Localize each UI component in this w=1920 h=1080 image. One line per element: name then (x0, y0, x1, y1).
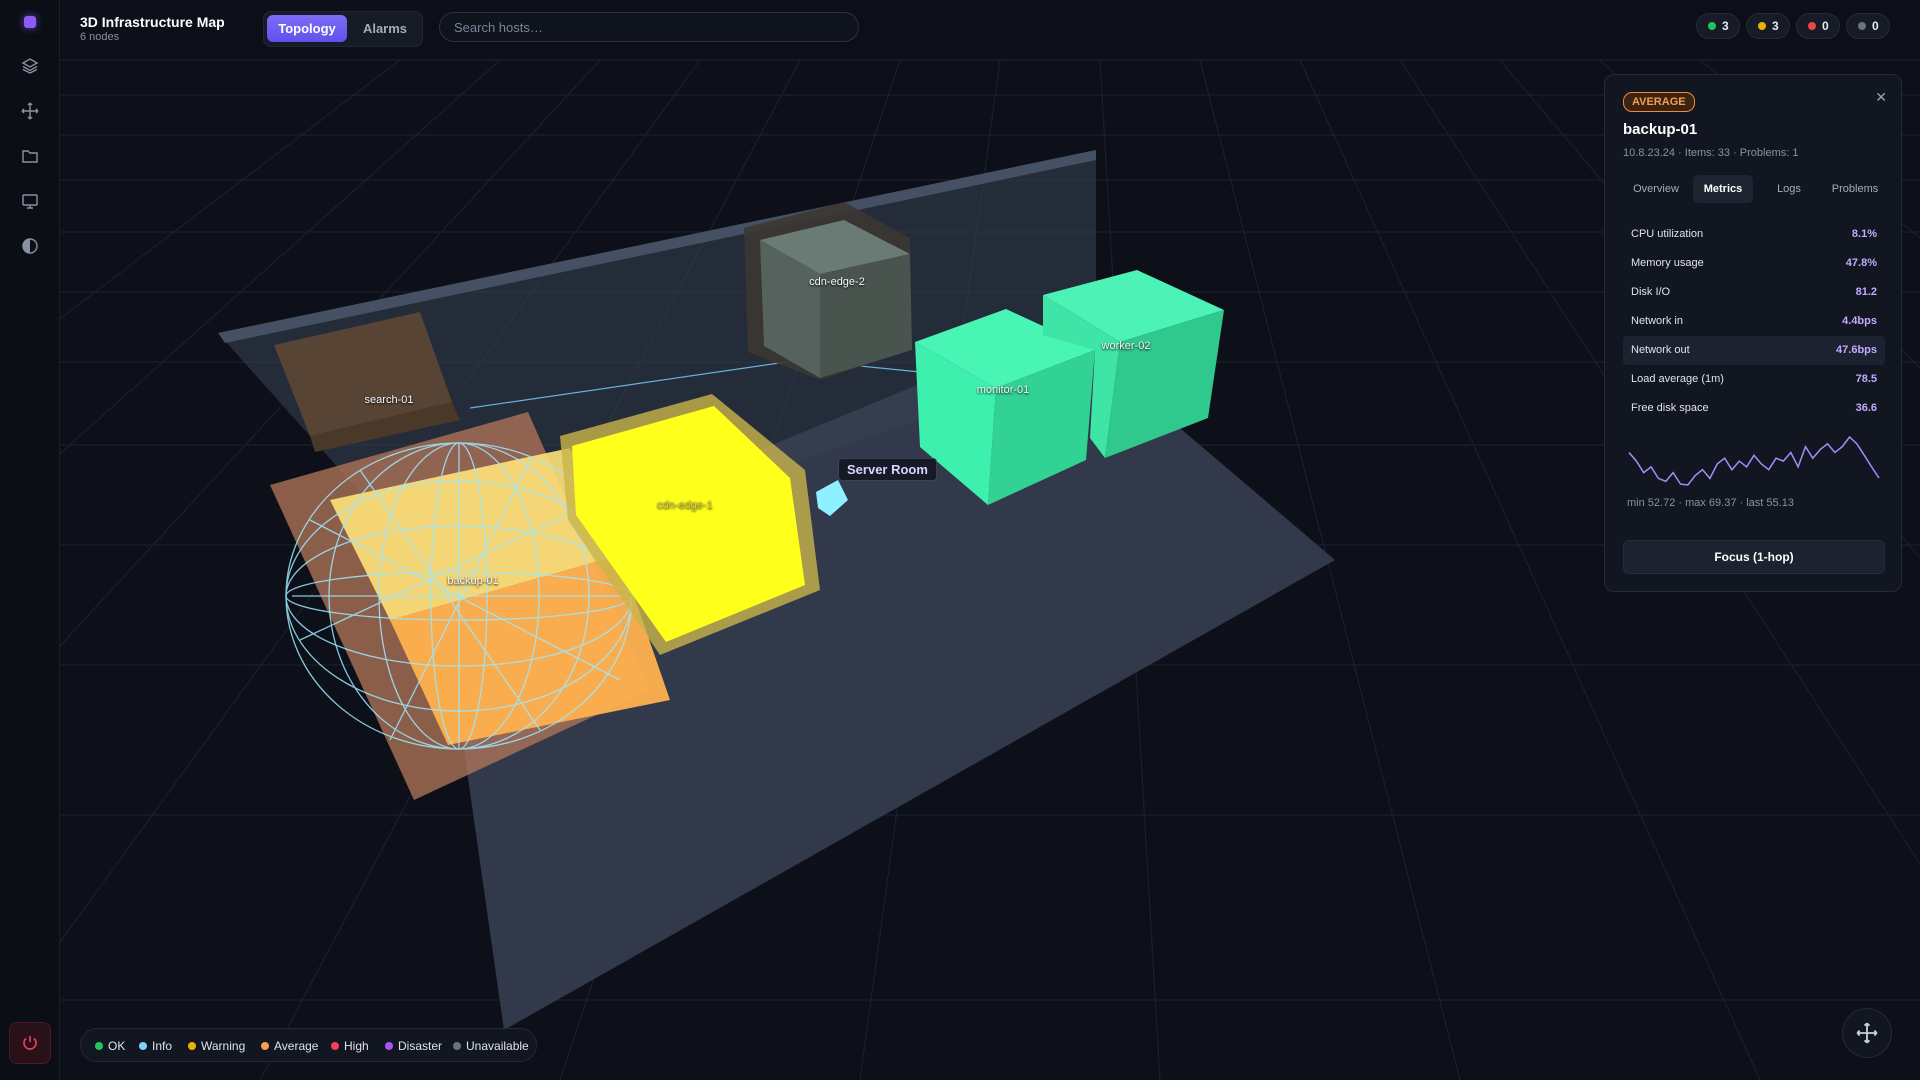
node-label: cdn-edge-2 (809, 276, 865, 288)
contrast-icon[interactable] (18, 234, 42, 258)
legend-dot-icon (139, 1042, 147, 1050)
tab-overview[interactable]: Overview (1623, 175, 1689, 203)
host-title: backup-01 (1623, 121, 1698, 138)
top-bar: 3D Infrastructure Map 6 nodes Topology A… (60, 0, 1920, 56)
node-label: backup-01 (447, 575, 499, 587)
focus-1-hop-button[interactable]: Focus (1-hop) (1623, 540, 1885, 574)
legend-item-warning: Warning (188, 1039, 245, 1053)
host-detail-panel: AVERAGE ✕ backup-01 10.8.23.24 · Items: … (1604, 74, 1902, 592)
tab-alarms[interactable]: Alarms (352, 15, 418, 42)
tab-logs[interactable]: Logs (1759, 175, 1819, 203)
status-counter-high[interactable]: 0 (1796, 13, 1840, 39)
search-box (439, 12, 859, 42)
legend-item-ok: OK (95, 1039, 125, 1053)
power-button[interactable] (9, 1022, 51, 1064)
metric-row[interactable]: Memory usage 47.8% (1623, 249, 1885, 278)
metric-row[interactable]: Network in 4.4bps (1623, 307, 1885, 336)
move-icon (1856, 1022, 1878, 1044)
legend-dot-icon (331, 1042, 339, 1050)
metric-row[interactable]: Load average (1m) 78.5 (1623, 365, 1885, 394)
node-label: cdn-edge-1 (657, 499, 713, 511)
status-dot-icon (1858, 22, 1866, 30)
detail-tabs: Overview Metrics Logs Problems (1623, 175, 1885, 207)
legend-dot-icon (188, 1042, 196, 1050)
legend-item-info: Info (139, 1039, 172, 1053)
app-logo-icon (24, 16, 36, 28)
node-count: 6 nodes (80, 31, 120, 43)
group-label-server-room[interactable]: Server Room (838, 458, 937, 481)
power-icon (23, 1036, 37, 1050)
status-counter-ok[interactable]: 3 (1696, 13, 1740, 39)
legend-dot-icon (453, 1042, 461, 1050)
node-label: search-01 (364, 394, 414, 406)
legend-dot-icon (95, 1042, 103, 1050)
pan-control-button[interactable] (1842, 1008, 1892, 1058)
metric-sparkline (1628, 435, 1880, 486)
status-counter-unavailable[interactable]: 0 (1846, 13, 1890, 39)
tab-problems[interactable]: Problems (1823, 175, 1887, 203)
tab-topology[interactable]: Topology (267, 15, 347, 42)
legend-item-high: High (331, 1039, 369, 1053)
legend-item-disaster: Disaster (385, 1039, 442, 1053)
legend-dot-icon (261, 1042, 269, 1050)
layers-icon[interactable] (18, 54, 42, 78)
status-legend: OK Info Warning Average High Disaster Un… (80, 1028, 537, 1062)
legend-item-average: Average (261, 1039, 318, 1053)
node-label: monitor-01 (976, 384, 1030, 396)
legend-dot-icon (385, 1042, 393, 1050)
monitor-icon[interactable] (18, 189, 42, 213)
metric-row[interactable]: CPU utilization 8.1% (1623, 220, 1885, 249)
left-rail (0, 0, 60, 1080)
close-icon[interactable]: ✕ (1875, 89, 1887, 106)
status-dot-icon (1758, 22, 1766, 30)
severity-badge: AVERAGE (1623, 92, 1695, 112)
app-title: 3D Infrastructure Map (80, 14, 225, 30)
view-tabs: Topology Alarms (263, 11, 423, 47)
tab-metrics[interactable]: Metrics (1693, 175, 1753, 203)
legend-item-unavailable: Unavailable (453, 1039, 529, 1053)
node-cdn-edge-2[interactable] (744, 202, 912, 380)
node-label: worker-02 (1101, 340, 1151, 352)
status-dot-icon (1808, 22, 1816, 30)
status-dot-icon (1708, 22, 1716, 30)
metrics-list: CPU utilization 8.1% Memory usage 47.8% Di… (1623, 220, 1885, 423)
status-counter-warning[interactable]: 3 (1746, 13, 1790, 39)
move-icon[interactable] (18, 99, 42, 123)
folder-icon[interactable] (18, 144, 42, 168)
metric-row[interactable]: Disk I/O 81.2 (1623, 278, 1885, 307)
host-meta: 10.8.23.24 · Items: 33 · Problems: 1 (1623, 147, 1799, 159)
sparkline-path (1628, 435, 1880, 486)
sparkline-caption: min 52.72 · max 69.37 · last 55.13 (1627, 497, 1794, 509)
metric-row[interactable]: Network out 47.6bps (1623, 336, 1885, 365)
search-input[interactable] (440, 13, 858, 41)
metric-row[interactable]: Free disk space 36.6 (1623, 394, 1885, 423)
